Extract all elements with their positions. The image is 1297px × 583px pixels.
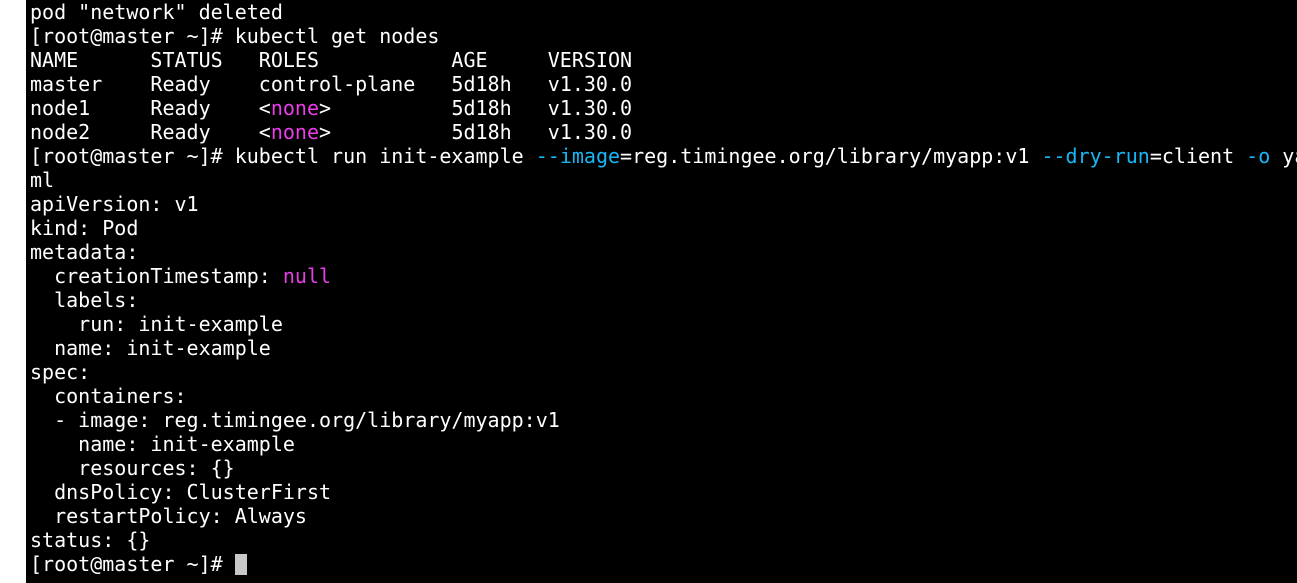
terminal-line: master Ready control-plane 5d18h v1.30.0 [30,72,1297,96]
terminal-text: apiVersion: v1 [30,192,199,216]
terminal-text: --image [535,144,621,168]
terminal-text: > 5d18h v1.30.0 [319,96,633,120]
terminal-line: - image: reg.timingee.org/library/myapp:… [30,408,1297,432]
terminal-text: node1 Ready < [30,96,271,120]
terminal-text: [root@master ~]# [30,552,235,576]
terminal-text: name: init-example [30,432,295,456]
terminal-text: =reg.timingee.org/library/myapp:v1 [620,144,1042,168]
text-cursor [234,554,247,575]
terminal-text: =client [1149,144,1247,168]
terminal-text: containers: [30,384,187,408]
terminal-text: restartPolicy: Always [30,504,307,528]
terminal-line: restartPolicy: Always [30,504,1297,528]
terminal-text: - image: reg.timingee.org/library/myapp:… [30,408,560,432]
terminal-line: NAME STATUS ROLES AGE VERSION [30,48,1297,72]
terminal-text: pod "network" deleted [30,0,283,24]
terminal-line: resources: {} [30,456,1297,480]
terminal-text: > 5d18h v1.30.0 [319,120,633,144]
terminal-line: containers: [30,384,1297,408]
terminal-line: node2 Ready <none> 5d18h v1.30.0 [30,120,1297,144]
terminal-line: [root@master ~]# kubectl get nodes [30,24,1297,48]
terminal-text: none [270,96,319,120]
terminal-text: node2 Ready < [30,120,271,144]
terminal-text: none [270,120,319,144]
terminal-text: metadata: [30,240,139,264]
terminal-text: ya [1282,144,1297,168]
terminal-text: null [282,264,332,288]
terminal-text: -o [1246,144,1271,168]
terminal-text: NAME STATUS ROLES AGE VERSION [30,48,633,72]
terminal-text: creationTimestamp: [30,264,283,288]
terminal-text: --dry-run [1041,144,1150,168]
terminal-text: resources: {} [30,456,235,480]
terminal-line: node1 Ready <none> 5d18h v1.30.0 [30,96,1297,120]
terminal-line: status: {} [30,528,1297,552]
terminal-line: metadata: [30,240,1297,264]
terminal-line: name: init-example [30,336,1297,360]
terminal-text: kind: Pod [30,216,139,240]
terminal-text: dnsPolicy: ClusterFirst [30,480,332,504]
terminal-text: ml [30,168,55,192]
terminal-text: name: init-example [30,336,271,360]
terminal-line: pod "network" deleted [30,0,1297,24]
terminal-line: [root@master ~]# kubectl run init-exampl… [30,144,1297,168]
terminal-window[interactable]: pod "network" deleted [root@master ~]# ku… [26,0,1297,583]
terminal-text: [root@master ~]# kubectl get nodes [30,24,440,48]
terminal-line: apiVersion: v1 [30,192,1297,216]
terminal-line: run: init-example [30,312,1297,336]
terminal-text: status: {} [30,528,151,552]
terminal-line: ml [30,168,1297,192]
terminal-text: spec: [30,360,91,384]
terminal-text: master Ready control-plane 5d18h v1.30.0 [30,72,633,96]
terminal-text: labels: [30,288,139,312]
terminal-line: labels: [30,288,1297,312]
terminal-text: run: init-example [30,312,283,336]
terminal-line: [root@master ~]# [30,552,1297,576]
terminal-line: creationTimestamp: null [30,264,1297,288]
terminal-line: kind: Pod [30,216,1297,240]
terminal-text: [root@master ~]# kubectl run init-exampl… [30,144,536,168]
terminal-output: pod "network" deleted [root@master ~]# ku… [30,0,1297,576]
terminal-line: dnsPolicy: ClusterFirst [30,480,1297,504]
terminal-line: spec: [30,360,1297,384]
terminal-line: name: init-example [30,432,1297,456]
